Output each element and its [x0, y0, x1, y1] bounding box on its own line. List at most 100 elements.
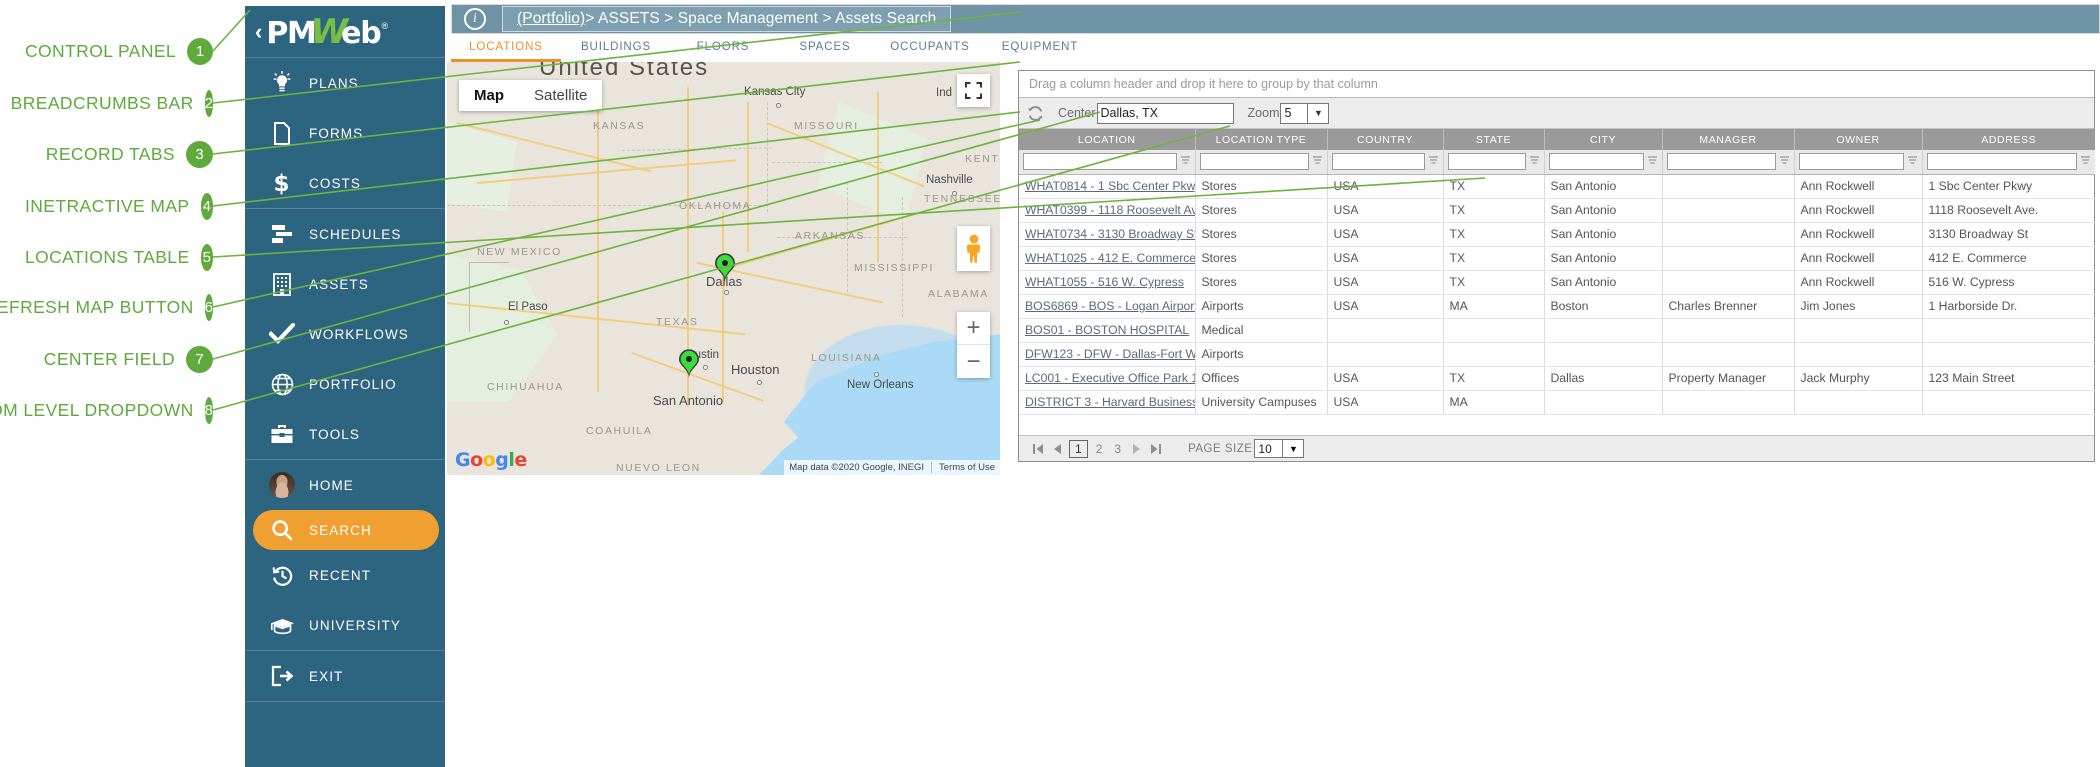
filter-input-country[interactable]	[1332, 153, 1425, 170]
sidebar-item-forms[interactable]: FORMS	[245, 108, 445, 158]
location-link[interactable]: WHAT0814 - 1 Sbc Center Pkwy	[1025, 179, 1195, 193]
table-row[interactable]: BOS01 - BOSTON HOSPITALMedical	[1019, 318, 2095, 342]
sidebar-item-search[interactable]: SEARCH	[253, 510, 439, 550]
column-header-country[interactable]: COUNTRY	[1327, 129, 1443, 150]
map-marker-dallas[interactable]	[714, 253, 736, 283]
sidebar-item-workflows[interactable]: WORKFLOWS	[245, 309, 445, 359]
table-row[interactable]: BOS6869 - BOS - Logan AirportAirportsUSA…	[1019, 294, 2095, 318]
tab-floors[interactable]: FLOORS	[671, 38, 775, 59]
chevron-down-icon[interactable]: ▼	[1307, 103, 1329, 124]
filter-input-address[interactable]	[1927, 153, 2078, 170]
column-header-address[interactable]: ADDRESS	[1922, 129, 2095, 150]
map-type-map-button[interactable]: Map	[459, 80, 519, 111]
filter-icon[interactable]	[1529, 155, 1540, 168]
location-link[interactable]: WHAT0399 - 1118 Roosevelt Ave.	[1025, 203, 1195, 217]
filter-icon[interactable]	[1428, 155, 1439, 168]
filter-icon[interactable]	[2080, 155, 2091, 168]
tab-equipment[interactable]: EQUIPMENT	[985, 38, 1095, 59]
refresh-map-icon[interactable]	[1027, 105, 1044, 122]
map-zoom-control[interactable]: + −	[957, 312, 990, 378]
prev-page-icon[interactable]	[1048, 443, 1067, 455]
column-header-manager[interactable]: MANAGER	[1662, 129, 1794, 150]
next-page-icon[interactable]	[1127, 443, 1146, 455]
sidebar-logo[interactable]: ‹ PM W eb ®	[245, 6, 445, 58]
table-row[interactable]: DFW123 - DFW - Dallas-Fort WoAirports	[1019, 342, 2095, 366]
first-page-icon[interactable]	[1028, 443, 1048, 455]
location-link[interactable]: WHAT1025 - 412 E. Commerce	[1025, 251, 1195, 265]
filter-icon[interactable]	[1312, 155, 1323, 168]
table-row[interactable]: WHAT0734 - 3130 Broadway St.StoresUSATXS…	[1019, 222, 2095, 246]
location-link[interactable]: WHAT0734 - 3130 Broadway St.	[1025, 227, 1195, 241]
last-page-icon[interactable]	[1146, 443, 1166, 455]
filter-input-location-type[interactable]	[1200, 153, 1309, 170]
column-header-city[interactable]: CITY	[1544, 129, 1662, 150]
sidebar-item-assets[interactable]: ASSETS	[245, 259, 445, 309]
location-link[interactable]: BOS6869 - BOS - Logan Airport	[1025, 299, 1195, 313]
table-cell-location[interactable]: DISTRICT 3 - Harvard Business S	[1019, 390, 1195, 414]
filter-input-state[interactable]	[1448, 153, 1526, 170]
map-zoom-out-button[interactable]: −	[957, 345, 990, 378]
table-cell-location[interactable]: WHAT1025 - 412 E. Commerce	[1019, 246, 1195, 270]
map-type-control[interactable]: Map Satellite	[459, 80, 602, 111]
fullscreen-icon[interactable]	[957, 74, 990, 107]
table-row[interactable]: DISTRICT 3 - Harvard Business SUniversit…	[1019, 390, 2095, 414]
page-number-2[interactable]: 2	[1090, 442, 1109, 456]
sidebar-item-home[interactable]: HOME	[245, 460, 445, 510]
interactive-map[interactable]: United States KANSAS MISSOURI OKLAHOMA A…	[447, 62, 1000, 475]
map-type-satellite-button[interactable]: Satellite	[519, 80, 602, 111]
tab-locations[interactable]: LOCATIONS	[451, 38, 561, 62]
table-cell-location[interactable]: BOS01 - BOSTON HOSPITAL	[1019, 318, 1195, 342]
page-size-input[interactable]: 10	[1254, 439, 1283, 458]
chevron-left-icon[interactable]: ‹	[255, 21, 262, 43]
table-cell-location[interactable]: WHAT0814 - 1 Sbc Center Pkwy	[1019, 174, 1195, 198]
sidebar-item-exit[interactable]: EXIT	[245, 651, 445, 701]
sidebar-item-plans[interactable]: PLANS	[245, 58, 445, 108]
table-cell-location[interactable]: DFW123 - DFW - Dallas-Fort Wo	[1019, 342, 1195, 366]
info-circle-icon[interactable]: i	[464, 8, 486, 30]
table-cell-location[interactable]: BOS6869 - BOS - Logan Airport	[1019, 294, 1195, 318]
table-cell-location[interactable]: WHAT1055 - 516 W. Cypress	[1019, 270, 1195, 294]
table-cell-location[interactable]: LC001 - Executive Office Park 1	[1019, 366, 1195, 390]
center-field[interactable]: Dallas, TX	[1097, 103, 1234, 124]
column-header-owner[interactable]: OWNER	[1794, 129, 1922, 150]
terms-of-use-link[interactable]: Terms of Use	[931, 462, 995, 473]
table-row[interactable]: WHAT1025 - 412 E. CommerceStoresUSATXSan…	[1019, 246, 2095, 270]
filter-input-owner[interactable]	[1799, 153, 1904, 170]
filter-icon[interactable]	[1647, 155, 1658, 168]
location-link[interactable]: DISTRICT 3 - Harvard Business S	[1025, 395, 1195, 409]
filter-icon[interactable]	[1779, 155, 1790, 168]
location-link[interactable]: WHAT1055 - 516 W. Cypress	[1025, 275, 1184, 289]
tab-buildings[interactable]: BUILDINGS	[561, 38, 671, 59]
location-link[interactable]: BOS01 - BOSTON HOSPITAL	[1025, 323, 1189, 337]
filter-input-city[interactable]	[1549, 153, 1644, 170]
map-marker-san-antonio[interactable]	[678, 349, 700, 379]
filter-input-manager[interactable]	[1667, 153, 1776, 170]
sidebar-item-costs[interactable]: $ COSTS	[245, 158, 445, 208]
sidebar-item-university[interactable]: UNIVERSITY	[245, 600, 445, 650]
filter-icon[interactable]	[1180, 155, 1191, 168]
page-number-3[interactable]: 3	[1108, 442, 1127, 456]
chevron-down-icon[interactable]: ▼	[1283, 439, 1304, 458]
column-header-state[interactable]: STATE	[1443, 129, 1544, 150]
filter-input-location[interactable]	[1023, 153, 1177, 170]
table-row[interactable]: WHAT0814 - 1 Sbc Center PkwyStoresUSATXS…	[1019, 174, 2095, 198]
tab-occupants[interactable]: OCCUPANTS	[875, 38, 985, 59]
table-cell-location[interactable]: WHAT0399 - 1118 Roosevelt Ave.	[1019, 198, 1195, 222]
tab-spaces[interactable]: SPACES	[775, 38, 875, 59]
page-number-1[interactable]: 1	[1069, 440, 1088, 458]
sidebar-item-tools[interactable]: TOOLS	[245, 409, 445, 459]
table-row[interactable]: WHAT0399 - 1118 Roosevelt Ave.StoresUSAT…	[1019, 198, 2095, 222]
column-header-location-type[interactable]: LOCATION TYPE	[1195, 129, 1327, 150]
table-row[interactable]: LC001 - Executive Office Park 1OfficesUS…	[1019, 366, 2095, 390]
location-link[interactable]: DFW123 - DFW - Dallas-Fort Wo	[1025, 347, 1195, 361]
map-zoom-in-button[interactable]: +	[957, 312, 990, 345]
table-cell-location[interactable]: WHAT0734 - 3130 Broadway St.	[1019, 222, 1195, 246]
filter-icon[interactable]	[1907, 155, 1918, 168]
sidebar-item-recent[interactable]: RECENT	[245, 550, 445, 600]
zoom-level-input[interactable]: 5	[1280, 103, 1307, 124]
table-row[interactable]: WHAT1055 - 516 W. CypressStoresUSATXSan …	[1019, 270, 2095, 294]
group-by-dropzone[interactable]: Drag a column header and drop it here to…	[1019, 71, 2094, 98]
column-header-location[interactable]: LOCATION	[1019, 129, 1195, 150]
breadcrumb-root-link[interactable]: (Portfolio)	[517, 10, 585, 28]
sidebar-item-portfolio[interactable]: PORTFOLIO	[245, 359, 445, 409]
